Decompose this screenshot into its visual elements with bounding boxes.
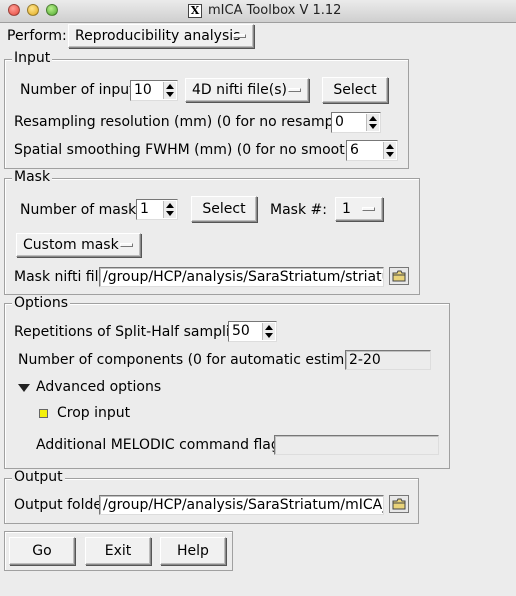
spin-down-icon[interactable] — [386, 152, 394, 157]
num-masks-label: Number of masks: — [20, 202, 149, 218]
mask-number-value: 1 — [342, 201, 351, 217]
perform-label: Perform: — [7, 28, 67, 44]
resampling-label: Resampling resolution (mm) (0 for no res… — [14, 114, 365, 130]
spin-up-icon[interactable] — [166, 84, 174, 89]
window-title: mICA Toolbox V 1.12 — [208, 3, 342, 18]
num-inputs-spinbox[interactable]: 10 — [130, 80, 178, 101]
advanced-options-toggle[interactable]: Advanced options — [36, 379, 161, 395]
repetitions-spinbox[interactable]: 50 — [228, 321, 277, 342]
close-window-icon[interactable] — [8, 4, 20, 16]
mask-type-value: Custom mask — [23, 237, 119, 253]
input-select-button[interactable]: Select — [322, 77, 388, 103]
help-button[interactable]: Help — [160, 537, 226, 565]
output-group-title: Output — [12, 469, 65, 485]
title-bar: X mICA Toolbox V 1.12 — [0, 0, 516, 23]
spin-down-icon[interactable] — [369, 124, 377, 129]
melodic-flags-label: Additional MELODIC command flags: — [36, 437, 292, 453]
mask-type-menu[interactable]: Custom mask — [16, 233, 141, 257]
exit-button[interactable]: Exit — [85, 537, 151, 565]
option-menu-indicator-icon — [288, 88, 301, 92]
perform-menu[interactable]: Reproducibility analysis — [68, 24, 254, 48]
mask-group-title: Mask — [12, 169, 53, 185]
output-folder-label: Output folder — [14, 497, 108, 513]
spin-up-icon[interactable] — [386, 144, 394, 149]
option-menu-indicator-icon — [120, 243, 133, 247]
mask-file-label: Mask nifti file — [14, 269, 108, 285]
resampling-value: 0 — [335, 114, 344, 130]
output-folder-browse-folder-icon[interactable] — [389, 495, 409, 513]
crop-input-label: Crop input — [57, 405, 131, 421]
option-menu-indicator-icon — [233, 34, 246, 38]
input-type-menu[interactable]: 4D nifti file(s) — [185, 78, 309, 102]
num-inputs-label: Number of inputs — [20, 82, 142, 98]
output-folder-field[interactable]: /group/HCP/analysis/SaraStriatum/mICA_10… — [99, 495, 384, 515]
collapse-triangle-icon[interactable] — [18, 384, 30, 392]
repetitions-value: 50 — [232, 323, 250, 339]
num-masks-spinbox[interactable]: 1 — [136, 199, 178, 220]
crop-input-checkbox[interactable] — [39, 409, 48, 418]
spin-up-icon[interactable] — [166, 203, 174, 208]
smoothing-label: Spatial smoothing FWHM (mm) (0 for no sm… — [14, 142, 381, 158]
x11-app-icon: X — [188, 4, 202, 18]
repetitions-label: Repetitions of Split-Half sampling — [14, 324, 248, 340]
spin-up-icon[interactable] — [265, 325, 273, 330]
melodic-flags-field[interactable] — [274, 435, 439, 455]
num-inputs-value: 10 — [134, 82, 152, 98]
input-type-value: 4D nifti file(s) — [192, 82, 287, 98]
resampling-spinbox[interactable]: 0 — [331, 112, 381, 133]
mask-file-field[interactable]: /group/HCP/analysis/SaraStriatum/striatu… — [99, 267, 384, 287]
mask-number-menu[interactable]: 1 — [335, 197, 383, 221]
perform-menu-value: Reproducibility analysis — [75, 28, 241, 44]
spin-down-icon[interactable] — [166, 92, 174, 97]
input-group-title: Input — [12, 50, 53, 66]
mask-number-label: Mask #: — [270, 202, 327, 218]
smoothing-spinbox[interactable]: 6 — [346, 140, 398, 161]
mask-select-button[interactable]: Select — [191, 196, 257, 222]
spin-down-icon[interactable] — [166, 211, 174, 216]
smoothing-value: 6 — [350, 142, 359, 158]
option-menu-indicator-icon — [362, 207, 375, 211]
zoom-window-icon[interactable] — [46, 4, 58, 16]
spin-up-icon[interactable] — [369, 116, 377, 121]
minimize-window-icon[interactable] — [27, 4, 39, 16]
go-button[interactable]: Go — [9, 537, 75, 565]
components-label: Number of components (0 for automatic es… — [18, 352, 386, 368]
options-group-title: Options — [12, 295, 71, 311]
spin-down-icon[interactable] — [265, 333, 273, 338]
num-masks-value: 1 — [140, 201, 149, 217]
components-field[interactable]: 2-20 — [345, 350, 431, 370]
mask-file-browse-folder-icon[interactable] — [389, 267, 409, 285]
